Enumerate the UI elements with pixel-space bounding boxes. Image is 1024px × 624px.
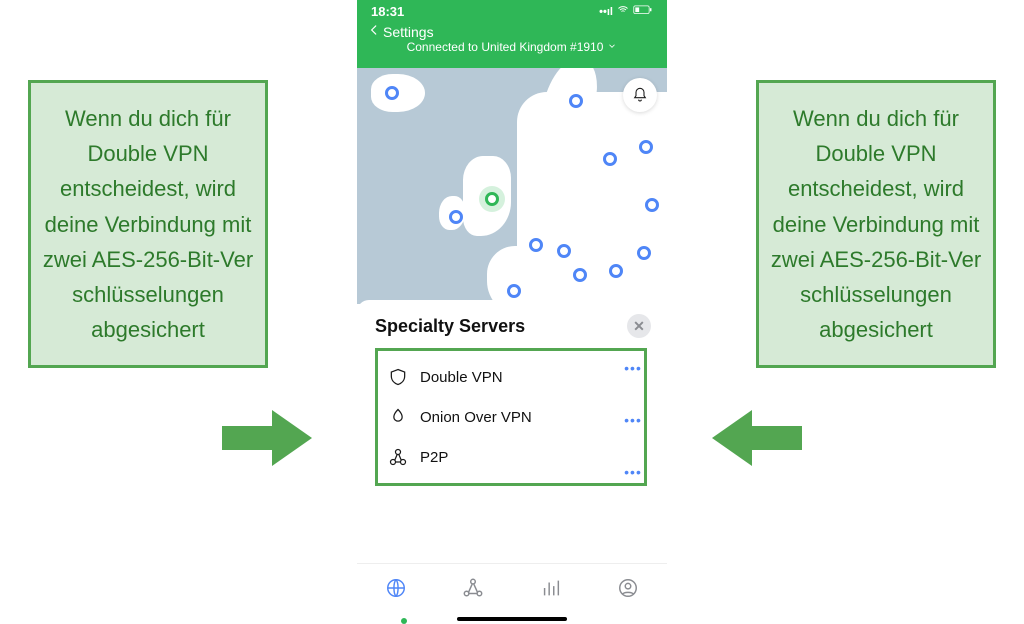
- onion-icon: [388, 407, 408, 427]
- notifications-button[interactable]: [623, 78, 657, 112]
- server-row-p2p[interactable]: P2P: [378, 437, 644, 477]
- bell-icon: [632, 87, 648, 103]
- battery-icon: [633, 5, 653, 19]
- map-server-dot[interactable]: [645, 198, 659, 212]
- network-icon: [462, 577, 484, 599]
- back-label: Settings: [383, 24, 434, 40]
- tab-stats[interactable]: [540, 577, 562, 599]
- p2p-icon: [388, 447, 408, 467]
- map-server-dot[interactable]: [529, 238, 543, 252]
- server-row-double-vpn[interactable]: Double VPN: [378, 357, 644, 397]
- tab-home[interactable]: [385, 577, 407, 599]
- map-server-dot[interactable]: [639, 140, 653, 154]
- status-time: 18:31: [371, 4, 404, 19]
- map-server-dot[interactable]: [603, 152, 617, 166]
- nav-bar: Settings: [357, 19, 667, 40]
- home-indicator[interactable]: [457, 617, 567, 621]
- server-options-column: ••• ••• •••: [621, 356, 645, 484]
- tab-network[interactable]: [462, 577, 484, 599]
- server-label: Onion Over VPN: [420, 409, 532, 426]
- chevron-left-icon: [367, 23, 381, 40]
- server-label: P2P: [420, 449, 448, 466]
- server-options-button[interactable]: •••: [621, 408, 645, 432]
- map-server-dot-connected[interactable]: [485, 192, 499, 206]
- close-icon: ✕: [633, 318, 645, 335]
- specialty-server-list: Double VPN Onion Over VPN P2P: [375, 348, 647, 486]
- server-options-button[interactable]: •••: [621, 460, 645, 484]
- wifi-icon: [617, 4, 629, 19]
- connection-status-row[interactable]: Connected to United Kingdom #1910: [357, 40, 667, 58]
- callout-left-text: Wenn du dich für Double VPN entscheidest…: [43, 106, 253, 342]
- sheet-title: Specialty Servers: [375, 316, 525, 337]
- map-server-dot[interactable]: [557, 244, 571, 258]
- bars-icon: [540, 577, 562, 599]
- server-row-onion[interactable]: Onion Over VPN: [378, 397, 644, 437]
- phone-screenshot: 18:31 ••ıl Settings: [357, 0, 667, 623]
- close-sheet-button[interactable]: ✕: [627, 314, 651, 338]
- connection-status: Connected to United Kingdom #1910: [407, 40, 604, 54]
- map-server-dot[interactable]: [569, 94, 583, 108]
- double-vpn-icon: [388, 367, 408, 387]
- callout-right-text: Wenn du dich für Double VPN entscheidest…: [771, 106, 981, 342]
- arrow-right-icon: [272, 410, 312, 466]
- map-server-dot[interactable]: [507, 284, 521, 298]
- signal-icon: ••ıl: [599, 6, 613, 18]
- profile-icon: [617, 577, 639, 599]
- map-server-dot[interactable]: [573, 268, 587, 282]
- back-button[interactable]: Settings: [367, 23, 434, 40]
- map-server-dot[interactable]: [609, 264, 623, 278]
- chevron-down-icon: [607, 40, 617, 54]
- arrow-left-icon: [712, 410, 752, 466]
- map-server-dot[interactable]: [637, 246, 651, 260]
- status-bar: 18:31 ••ıl: [357, 0, 667, 19]
- server-label: Double VPN: [420, 369, 503, 386]
- server-options-button[interactable]: •••: [621, 356, 645, 380]
- callout-right: Wenn du dich für Double VPN entscheidest…: [756, 80, 996, 368]
- map-server-dot[interactable]: [449, 210, 463, 224]
- bottom-tab-bar: [357, 563, 667, 611]
- callout-left: Wenn du dich für Double VPN entscheidest…: [28, 80, 268, 368]
- app-header: 18:31 ••ıl Settings: [357, 0, 667, 68]
- server-map[interactable]: [357, 68, 667, 304]
- map-server-dot[interactable]: [385, 86, 399, 100]
- tab-profile[interactable]: [617, 577, 639, 599]
- globe-icon: [385, 577, 407, 599]
